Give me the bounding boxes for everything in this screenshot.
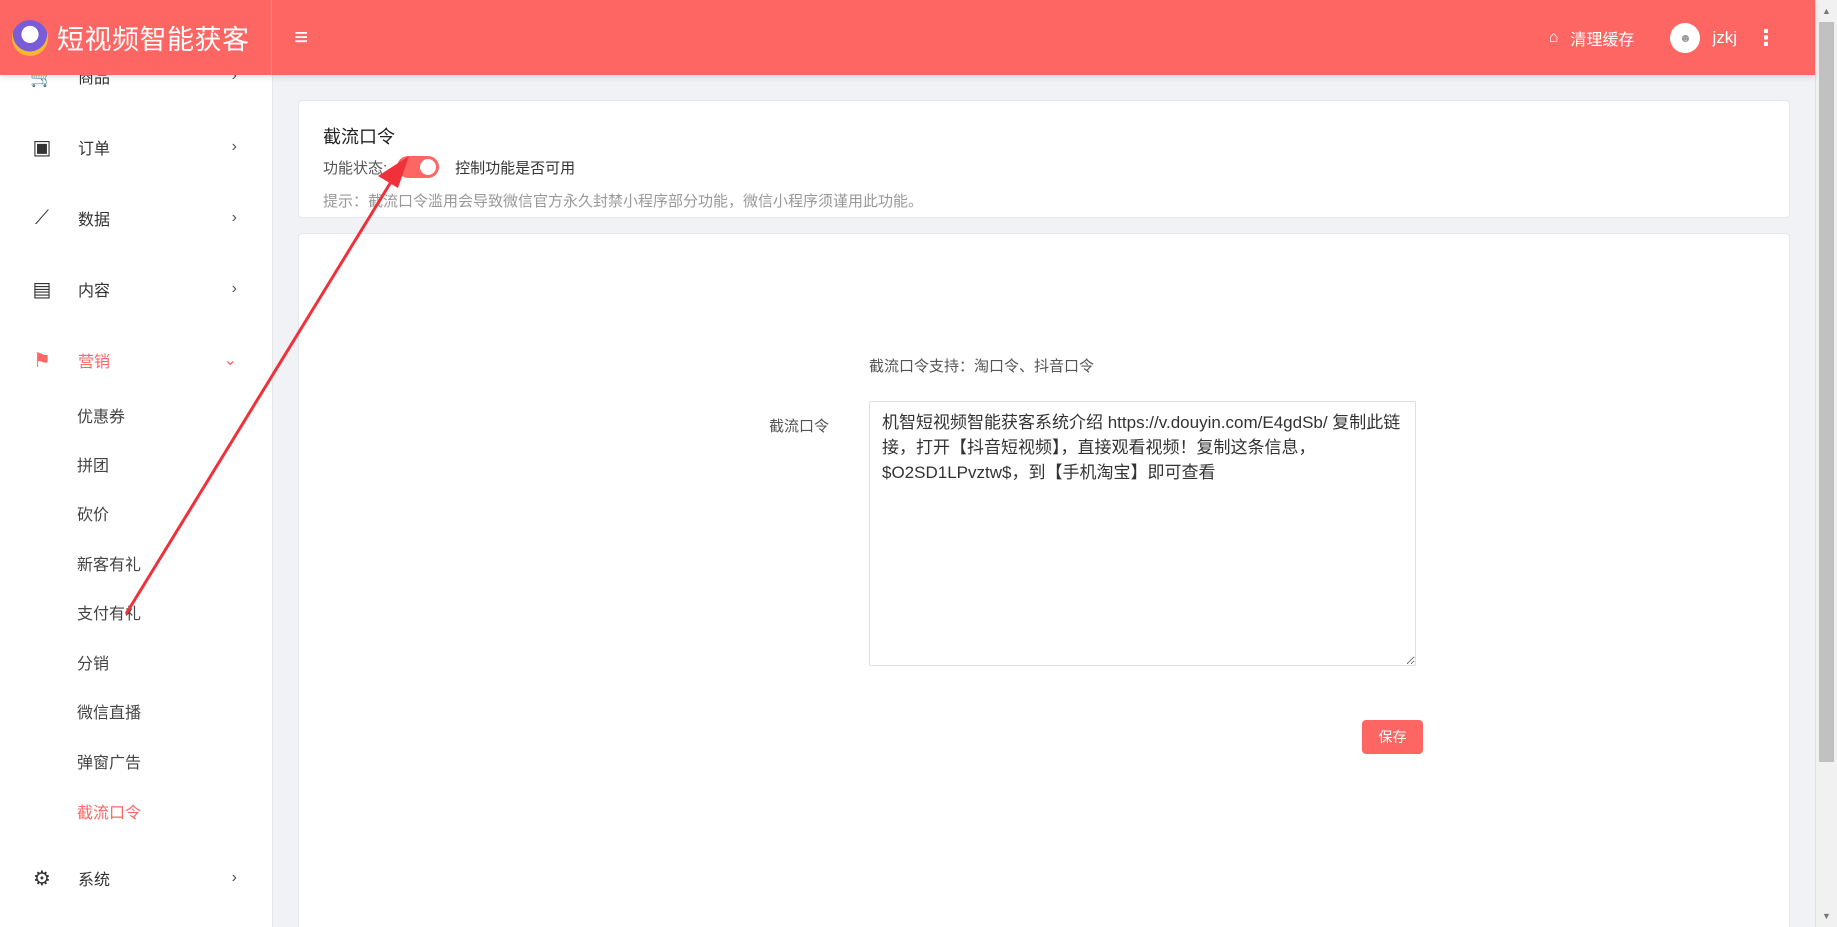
sub-item-wechat-live[interactable]: 微信直播 <box>77 699 141 723</box>
field-label: 截流口令 <box>769 418 830 435</box>
chevron-right-icon: › <box>231 869 237 886</box>
flag-icon: ⚑ <box>33 349 51 372</box>
support-text: 截流口令支持：淘口令、抖音口令 <box>869 358 1095 375</box>
chevron-right-icon: › <box>231 280 237 297</box>
sub-item-coupon[interactable]: 优惠券 <box>77 403 125 427</box>
sidebar-item-content[interactable]: ▤ 内容 › <box>0 274 272 304</box>
cart-icon: 🛒 <box>29 75 55 88</box>
status-row: 功能状态: 控制功能是否可用 <box>323 156 575 178</box>
gear-icon: ⚙ <box>33 867 51 890</box>
sub-item-intercept-code[interactable]: 截流口令 <box>77 799 141 823</box>
sidebar-item-label: 订单 <box>78 141 111 158</box>
save-button[interactable]: 保存 <box>1362 720 1423 754</box>
money-icon: ▣ <box>32 136 52 159</box>
basket-icon: ⌂ <box>1548 28 1559 46</box>
username[interactable]: jzkj <box>1712 28 1737 48</box>
scroll-thumb[interactable] <box>1819 22 1834 762</box>
settings-card: 截流口令 功能状态: 控制功能是否可用 提示：截流口令滥用会导致微信官方永久封禁… <box>298 100 1790 218</box>
status-description: 控制功能是否可用 <box>455 159 576 177</box>
brand-logo <box>12 19 48 56</box>
document-icon: ▤ <box>32 278 52 301</box>
chevron-right-icon: › <box>231 75 237 84</box>
header-right: ⌂ 清理缓存 ☻ jzkj ⋮ <box>1549 22 1815 53</box>
status-toggle[interactable] <box>397 156 440 178</box>
sub-item-bargain[interactable]: 砍价 <box>77 501 109 525</box>
sidebar-item-label: 内容 <box>78 283 111 300</box>
page-title: 截流口令 <box>323 127 395 147</box>
chevron-right-icon: › <box>231 138 237 155</box>
sub-item-payment-gift[interactable]: 支付有礼 <box>77 600 141 624</box>
sub-item-distribution[interactable]: 分销 <box>77 650 109 674</box>
clear-cache-button[interactable]: ⌂ 清理缓存 <box>1549 26 1635 50</box>
scroll-up-icon[interactable]: ▲ <box>1816 2 1837 20</box>
sidebar-item-products[interactable]: 🛒 商品 › <box>0 75 272 91</box>
sidebar-item-label: 营销 <box>78 354 111 371</box>
scrollbar[interactable]: ▲ ▼ <box>1815 0 1837 927</box>
sub-item-group-buy[interactable]: 拼团 <box>77 452 109 476</box>
intercept-code-textarea[interactable]: 机智短视频智能获客系统介绍 https://v.douyin.com/E4gdS… <box>869 401 1416 666</box>
toggle-knob <box>420 159 437 175</box>
status-label: 功能状态: <box>323 159 388 177</box>
sub-item-new-customer-gift[interactable]: 新客有礼 <box>77 551 141 575</box>
brand[interactable]: 短视频智能获客 <box>0 0 272 75</box>
brand-name: 短视频智能获客 <box>57 25 250 55</box>
chevron-right-icon: › <box>231 209 237 226</box>
sidebar-item-label: 系统 <box>78 872 111 889</box>
sidebar-item-system[interactable]: ⚙ 系统 › <box>0 863 272 893</box>
sub-item-popup-ad[interactable]: 弹窗广告 <box>77 749 141 773</box>
sidebar-item-orders[interactable]: ▣ 订单 › <box>0 132 272 162</box>
sidebar-item-label: 数据 <box>78 212 111 229</box>
avatar[interactable]: ☻ <box>1670 22 1701 53</box>
scroll-down-icon[interactable]: ▼ <box>1816 907 1837 925</box>
main-content: 截流口令 功能状态: 控制功能是否可用 提示：截流口令滥用会导致微信官方永久封禁… <box>274 75 1815 927</box>
chart-line-icon: ⟋ <box>35 206 49 229</box>
chevron-down-icon: ⌄ <box>223 352 237 369</box>
more-vertical-icon[interactable]: ⋮ <box>1755 25 1777 51</box>
sidebar-item-label: 商品 <box>78 75 111 87</box>
hamburger-icon[interactable]: ≡ <box>294 24 308 52</box>
top-header: 短视频智能获客 ≡ ⌂ 清理缓存 ☻ jzkj ⋮ <box>0 0 1815 75</box>
clear-cache-label: 清理缓存 <box>1570 31 1635 49</box>
hint-text: 提示：截流口令滥用会导致微信官方永久封禁小程序部分功能，微信小程序须谨用此功能。 <box>323 193 924 210</box>
sidebar-item-data[interactable]: ⟋ 数据 › <box>0 203 272 233</box>
sidebar-item-marketing[interactable]: ⚑ 营销 ⌄ <box>0 345 272 375</box>
sidebar: 🛒 商品 › ▣ 订单 › ⟋ 数据 › ▤ 内容 › ⚑ 营销 ⌄ 优惠券 拼… <box>0 75 273 927</box>
